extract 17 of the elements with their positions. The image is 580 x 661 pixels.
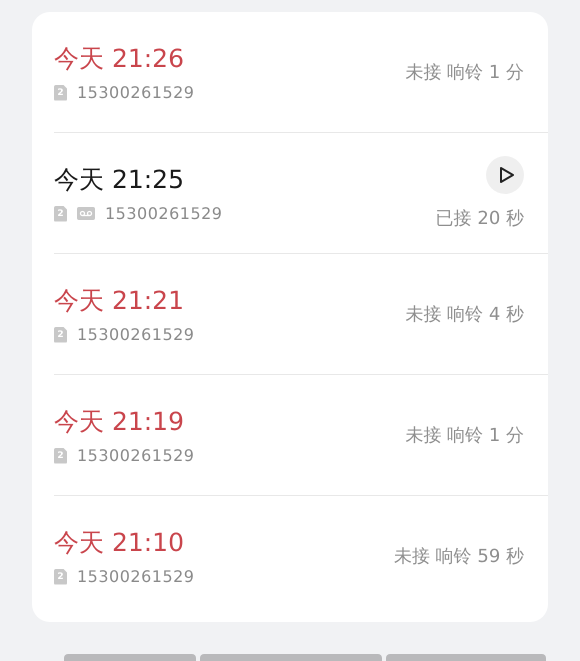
call-time: 今天 21:19 [54,406,185,438]
phone-number: 15300261529 [105,204,222,223]
call-status: 已接 20 秒 [436,207,524,230]
call-time: 今天 21:26 [54,43,185,75]
phone-number: 15300261529 [77,567,194,586]
call-time: 今天 21:21 [54,285,185,317]
phone-number: 15300261529 [77,83,194,102]
call-status: 未接 响铃 59 秒 [394,545,524,568]
play-button[interactable] [486,156,524,194]
call-time: 今天 21:25 [54,164,185,196]
call-status: 未接 响铃 1 分 [405,424,524,447]
phone-number: 15300261529 [77,446,194,465]
call-status: 未接 响铃 1 分 [405,61,524,84]
play-icon [498,166,514,184]
phone-number: 15300261529 [77,325,194,344]
call-status: 未接 响铃 4 秒 [405,303,524,326]
call-time: 今天 21:10 [54,527,185,559]
